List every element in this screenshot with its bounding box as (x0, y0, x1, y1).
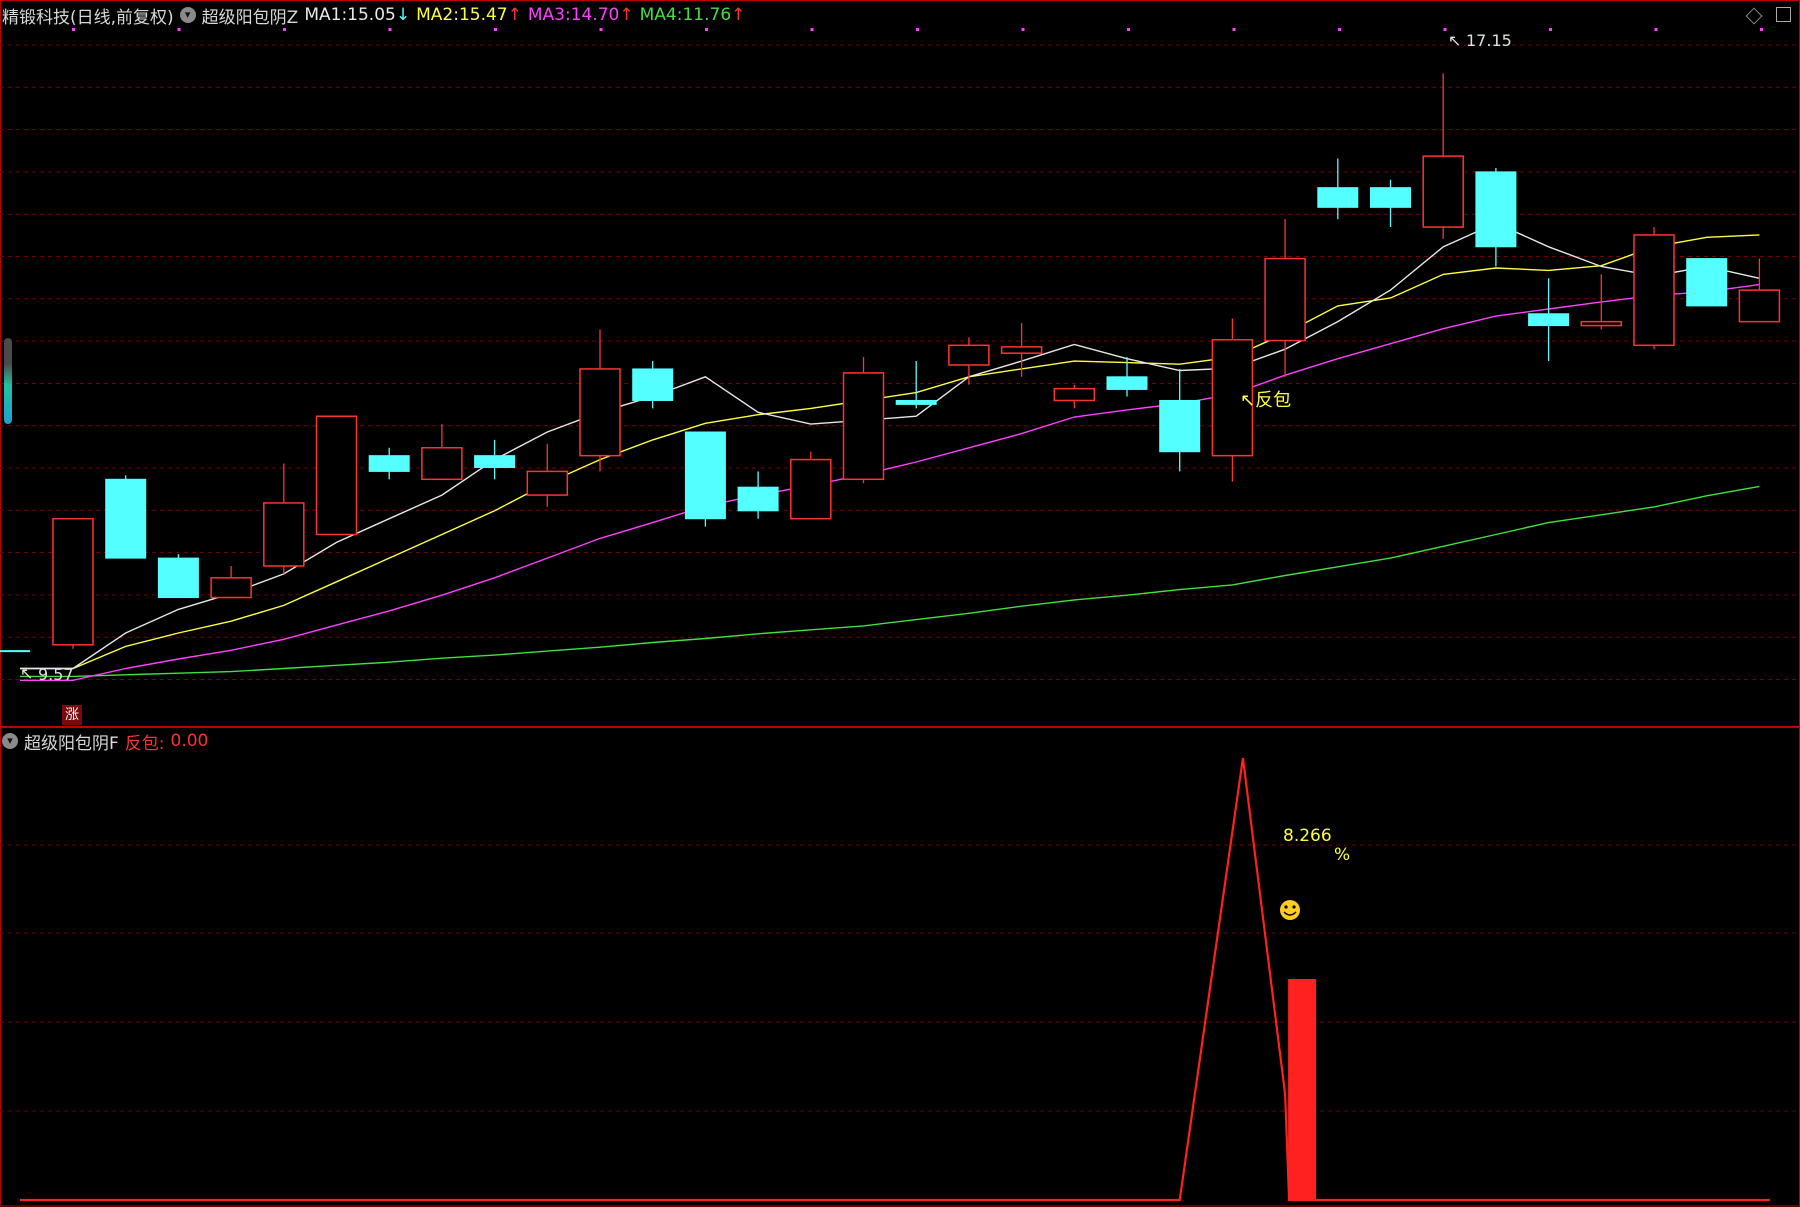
indicator-name[interactable]: 超级阳包阴Z (202, 3, 299, 28)
ma4-trend-icon: ↑ (731, 5, 746, 25)
sub-panel-frame (0, 726, 1800, 1207)
kline-chart[interactable]: ↖ 17.15 ↖ 9.57 ↖反包 8.266% (0, 0, 1800, 1207)
ma2-readout: MA2:15.47↑ (416, 5, 522, 25)
ma3-line (20, 283, 1760, 681)
marker-dot (810, 28, 814, 31)
maximize-icon[interactable] (1776, 7, 1791, 22)
marker-dot (1338, 28, 1341, 31)
candle-body (1580, 320, 1623, 327)
ma2-trend-icon: ↑ (507, 5, 522, 25)
marker-dot (494, 28, 497, 31)
candle-body (1633, 234, 1675, 347)
candle-body (1053, 387, 1096, 402)
marker-dot (1443, 28, 1447, 31)
candle-body (474, 455, 516, 468)
marker-dot (177, 28, 181, 31)
candle-body (210, 577, 252, 599)
candle-body (1264, 257, 1306, 342)
candle-body (1159, 399, 1201, 453)
rise-badge: 涨 (62, 705, 82, 725)
candle-body (157, 557, 199, 599)
candle-body (684, 431, 726, 520)
candle-body (1000, 346, 1043, 354)
ma2-line (20, 234, 1760, 670)
candle-body (632, 368, 674, 401)
candle-body (315, 415, 358, 536)
pct-sign-label: % (1334, 845, 1350, 865)
smiley-icon (1280, 900, 1300, 920)
marker-dot (72, 28, 75, 31)
candle-body (1106, 376, 1148, 390)
candle-body (1686, 258, 1728, 307)
candle-body (1738, 289, 1781, 323)
fanbao-param-label: 反包: (124, 733, 165, 754)
main-panel-frame (0, 0, 1800, 728)
low-arrow-icon: ↖ (20, 664, 33, 683)
marker-dot (916, 28, 919, 31)
marker-dot (1760, 28, 1763, 31)
main-chart-header: 精锻科技(日线,前复权) ▾ 超级阳包阴Z MA1:15.05↓ MA2:15.… (2, 2, 745, 28)
candle-body (1475, 171, 1517, 248)
sub-indicator-name[interactable]: 超级阳包阴F (24, 729, 119, 754)
marker-dot (1127, 28, 1130, 31)
marker-dot (1021, 28, 1025, 31)
low-price-label: 9.57 (38, 665, 74, 684)
ma3-readout: MA3:14.70↑ (527, 5, 634, 25)
candle-body (1528, 313, 1570, 327)
candle-body (1422, 155, 1464, 228)
chevron-down-icon[interactable]: ▾ (2, 733, 18, 749)
candle-body (579, 368, 621, 457)
marker-dot (388, 28, 392, 31)
candle-body (842, 372, 885, 481)
high-price-label: 17.15 (1466, 31, 1512, 50)
ma1-readout: MA1:15.05↓ (304, 5, 411, 25)
candle-body (948, 344, 990, 366)
candle-body (790, 458, 832, 520)
marker-dot (283, 28, 286, 31)
chevron-down-icon[interactable]: ▾ (179, 7, 196, 23)
marker-dot (1232, 28, 1236, 31)
candle-body (263, 502, 305, 567)
marker-dot (1549, 28, 1552, 31)
marker-dot (1654, 28, 1658, 31)
marker-dot (705, 28, 708, 31)
candle-body (737, 486, 779, 512)
candle-body (105, 478, 147, 559)
ma1-line (20, 222, 1760, 670)
signal-bar (1288, 979, 1317, 1200)
fanbao-param-value: 0.00 (170, 731, 209, 751)
ma3-trend-icon: ↑ (619, 5, 634, 25)
candle-body (52, 517, 94, 646)
pct-value-label: 8.266 (1283, 826, 1332, 846)
ma4-readout: MA4:11.76↑ (639, 5, 746, 25)
candle-body (368, 455, 410, 472)
high-arrow-icon: ↖ (1448, 31, 1461, 50)
candle-body (1317, 187, 1359, 208)
candle-body (526, 470, 569, 496)
marker-dot (599, 28, 603, 31)
candle-body (421, 447, 463, 481)
sub-chart-header: ▾ 超级阳包阴F 反包: 0.00 (2, 729, 209, 754)
candle-body (1370, 187, 1411, 208)
stock-title[interactable]: 精锻科技(日线,前复权) (2, 3, 174, 28)
candle-body (895, 399, 937, 405)
volume-indicator-bar[interactable] (4, 338, 12, 424)
ma1-trend-icon: ↓ (395, 5, 411, 25)
signal-line (20, 757, 1770, 1202)
fanbao-annotation: ↖反包 (1240, 390, 1291, 411)
